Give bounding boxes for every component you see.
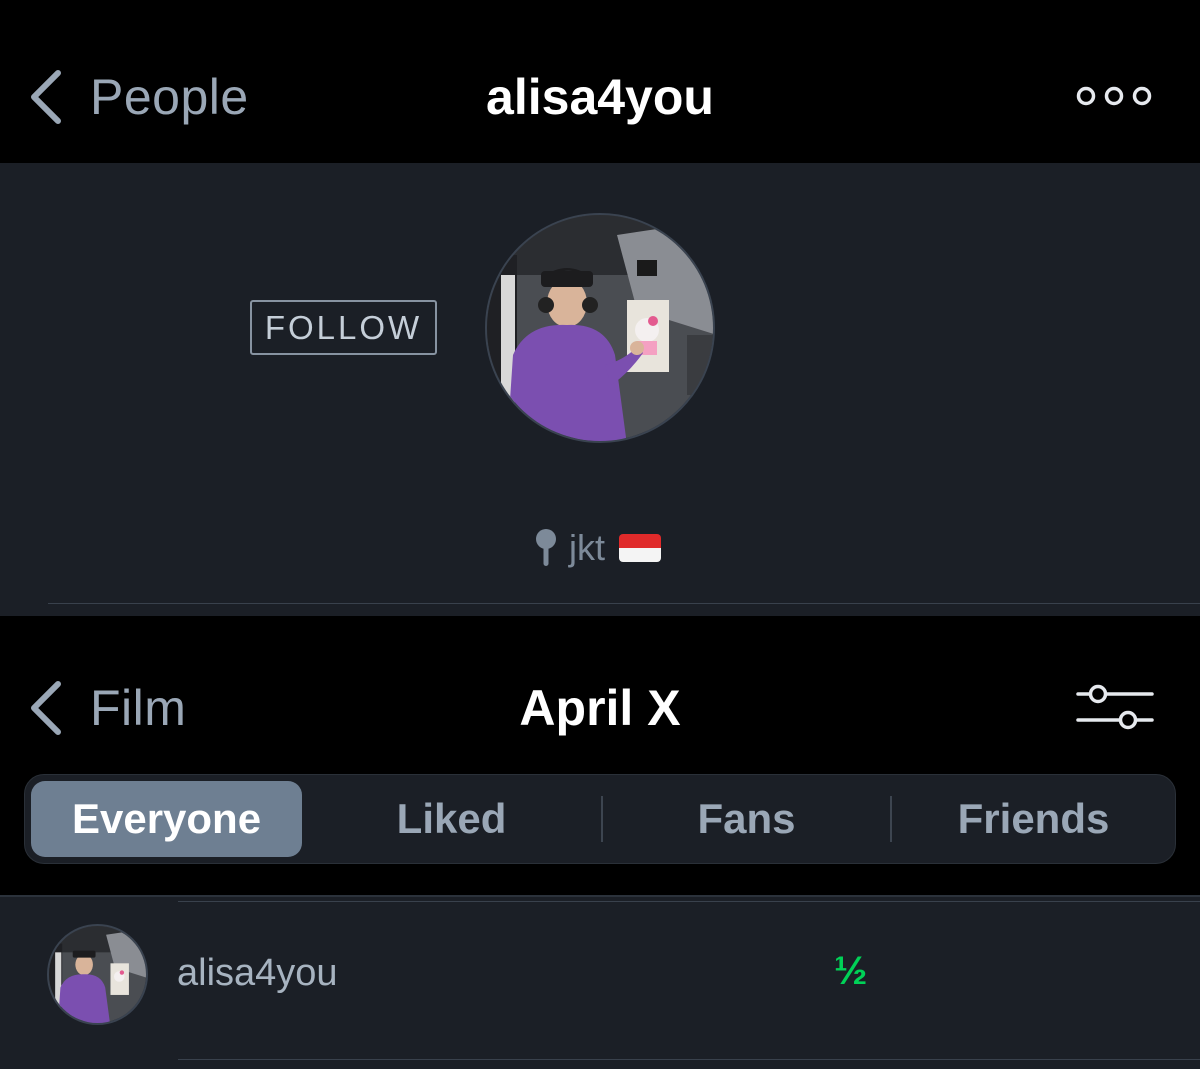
film-nav-bar: Film April X: [0, 658, 1200, 758]
entries-list: alisa4you ½: [0, 895, 1200, 1069]
audience-segmented-control: Everyone Liked Fans Friends: [24, 774, 1176, 864]
follow-button[interactable]: FOLLOW: [250, 300, 437, 355]
divider: [178, 1059, 1200, 1060]
indonesia-flag-icon: [619, 534, 661, 562]
divider: [178, 901, 1200, 902]
avatar-photo: [49, 926, 146, 1023]
profile-nav-bar: People alisa4you: [0, 47, 1200, 147]
location-row: jkt: [0, 527, 1200, 568]
film-back-button[interactable]: Film: [24, 658, 186, 758]
tab-friends[interactable]: Friends: [892, 781, 1175, 857]
location-text: jkt: [569, 527, 605, 568]
tab-fans[interactable]: Fans: [603, 781, 890, 857]
app-screen: People alisa4you FOLLOW jkt Film April X…: [0, 0, 1200, 1069]
entry-username: alisa4you: [177, 952, 338, 994]
divider: [48, 603, 1200, 604]
back-button[interactable]: People: [24, 47, 249, 147]
tab-liked[interactable]: Liked: [302, 781, 601, 857]
avatar-photo: [487, 215, 713, 441]
chevron-left-icon: [31, 70, 61, 124]
entry-rating: ½: [834, 949, 868, 993]
filter-sliders-icon[interactable]: [1076, 682, 1154, 732]
divider: [0, 895, 1200, 897]
profile-avatar[interactable]: [485, 213, 715, 443]
location-pin-icon: [536, 529, 556, 566]
chevron-left-icon: [31, 681, 61, 735]
tab-everyone[interactable]: Everyone: [31, 781, 303, 857]
avatar: [47, 924, 148, 1025]
film-back-label: Film: [90, 680, 187, 736]
profile-header: FOLLOW jkt: [0, 163, 1200, 616]
list-item[interactable]: alisa4you ½: [0, 907, 1200, 1060]
more-options-icon[interactable]: [1076, 81, 1152, 111]
back-label: People: [90, 69, 249, 125]
